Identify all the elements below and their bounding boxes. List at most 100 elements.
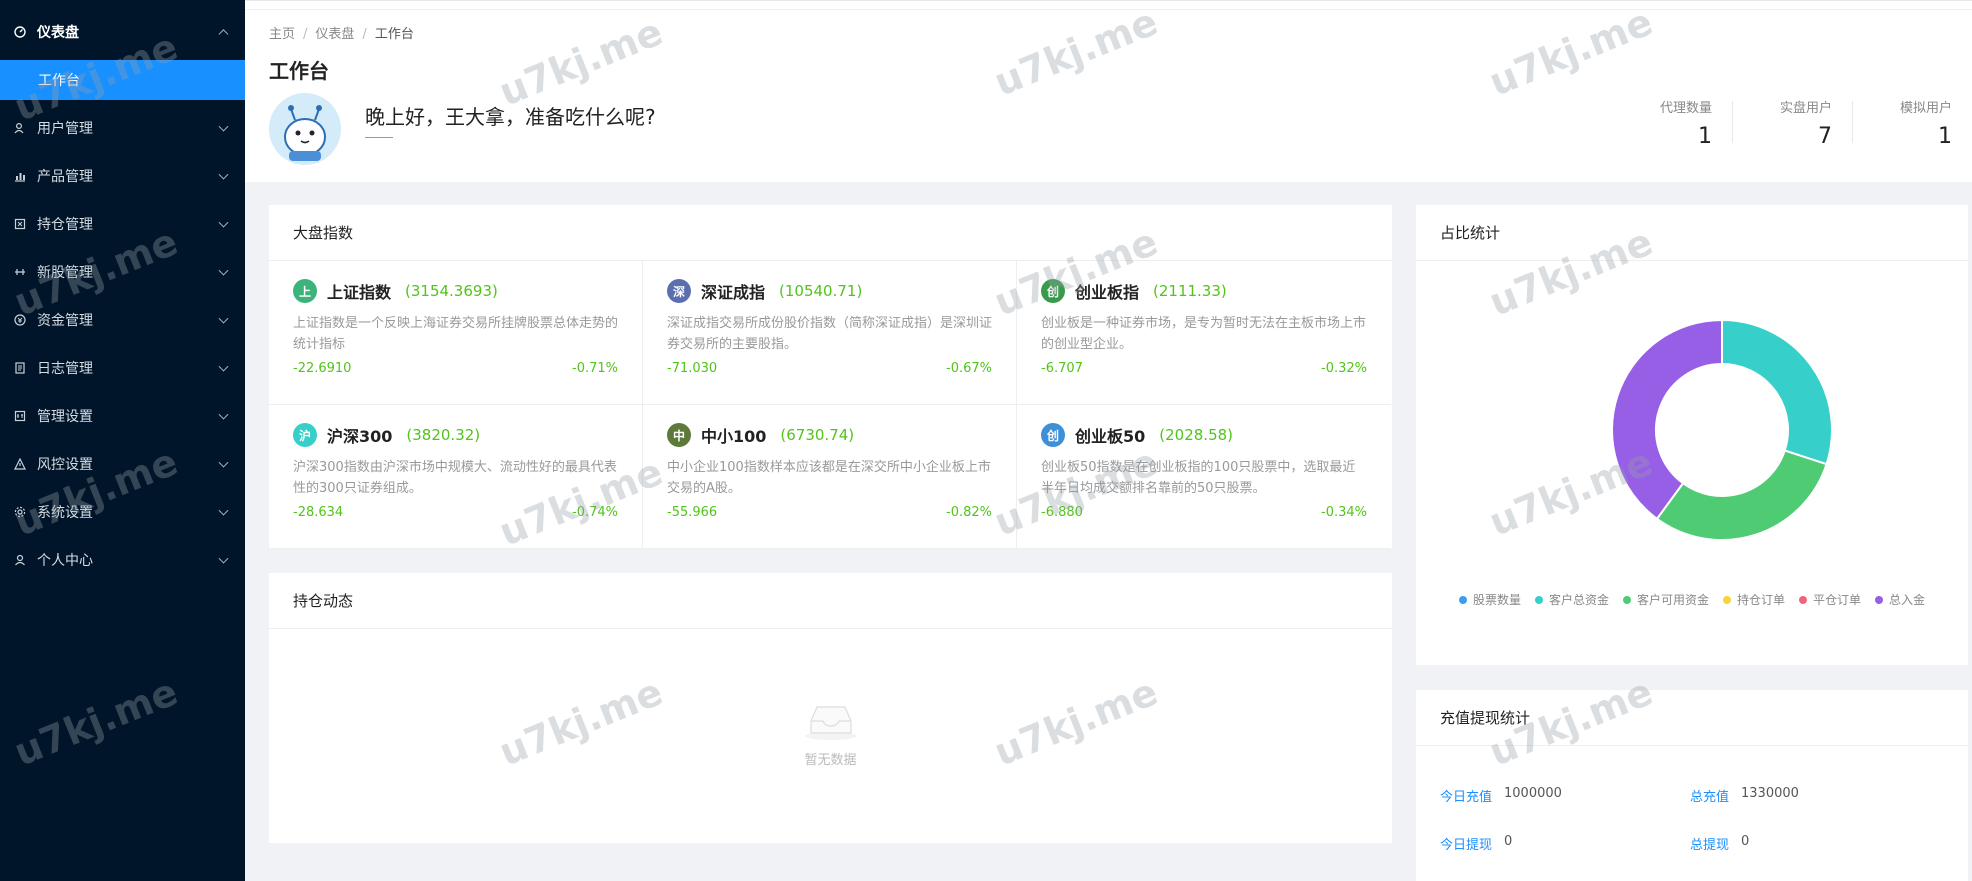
sidebar-item-3[interactable]: 持仓管理 <box>0 204 245 244</box>
rw-label: 总充值 <box>1690 790 1730 805</box>
index-item[interactable]: 创创业板指 (2111.33) 创业板是一种证券市场，是专为暂时无法在主板市场上市的… <box>1017 261 1391 405</box>
chevron-down-icon <box>218 217 229 228</box>
index-description: 创业板是一种证券市场，是专为暂时无法在主板市场上市的创业型企业。 <box>1041 316 1367 352</box>
chevron-down-icon <box>218 409 229 420</box>
sidebar-item-5[interactable]: 资金管理 <box>0 300 245 340</box>
rw-label: 今日提现 <box>1440 838 1493 853</box>
legend-dot <box>1458 595 1467 604</box>
index-card-title: 大盘指数 <box>269 205 1392 261</box>
warning-icon <box>13 457 27 471</box>
index-change-row: -71.030 -0.67% <box>667 361 992 376</box>
stat-value: 7 <box>1818 124 1832 149</box>
sidebar-item-1[interactable]: 用户管理 <box>0 108 245 148</box>
empty-text: 暂无数据 <box>804 752 857 768</box>
index-item[interactable]: 上上证指数 (3154.3693) 上证指数是一个反映上海证券交易所挂牌股票总体走势… <box>269 261 643 405</box>
index-title-row: 创创业板50 (2028.58) <box>1041 423 1367 447</box>
index-item[interactable]: 沪沪深300 (3820.32) 沪深300指数由沪深市场中规模大、流动性好的最具代… <box>269 405 643 549</box>
sidebar-item-8[interactable]: 风控设置 <box>0 444 245 484</box>
stat-agents: 代理数量 1 <box>1612 97 1732 149</box>
breadcrumb-dashboard[interactable]: 仪表盘 <box>315 27 354 42</box>
today-withdraw: 今日提现 0 <box>1440 834 1690 853</box>
index-value: (10540.71) <box>779 282 863 300</box>
index-item[interactable]: 创创业板50 (2028.58) 创业板50指数是在创业板指的100只股票中，选取最… <box>1017 405 1391 549</box>
legend-dot <box>1622 595 1631 604</box>
index-value: (3154.3693) <box>405 282 498 300</box>
donut-slice[interactable] <box>1611 318 1723 521</box>
legend-item[interactable]: 总入金 <box>1875 591 1925 608</box>
stat-label: 代理数量 <box>1659 101 1712 116</box>
ipo-icon <box>13 265 27 279</box>
legend-item[interactable]: 平仓订单 <box>1799 591 1861 608</box>
sidebar-item-9[interactable]: 系统设置 <box>0 492 245 532</box>
stat-sim-users: 模拟用户 1 <box>1852 97 1972 149</box>
legend-label: 总入金 <box>1889 593 1926 607</box>
index-change: -6.707 <box>1041 361 1083 376</box>
rw-label: 总提现 <box>1690 838 1730 853</box>
chevron-down-icon <box>218 553 229 564</box>
legend-item[interactable]: 股票数量 <box>1458 591 1521 608</box>
sidebar-item-label: 持仓管理 <box>37 217 93 233</box>
index-badge: 创 <box>1041 279 1065 303</box>
sidebar-item-6[interactable]: 日志管理 <box>0 348 245 388</box>
chart-legend: 股票数量 客户总资金 客户可用资金 持仓订单 平仓订单 总入金 <box>1416 591 1968 608</box>
chevron-down-icon <box>218 313 229 324</box>
index-title-row: 中中小100 (6730.74) <box>667 423 992 447</box>
money-icon <box>13 313 27 327</box>
total-recharge: 总充值 1330000 <box>1690 786 1940 805</box>
breadcrumb-home[interactable]: 主页 <box>269 27 295 42</box>
donut-slice[interactable] <box>1655 449 1828 541</box>
donut-slice[interactable] <box>1721 318 1833 466</box>
index-grid: 上上证指数 (3154.3693) 上证指数是一个反映上海证券交易所挂牌股票总体走势… <box>269 261 1392 549</box>
donut-chart <box>1611 318 1833 541</box>
index-change: -6.880 <box>1041 505 1083 520</box>
sidebar-item-10[interactable]: 个人中心 <box>0 540 245 580</box>
index-name: 创业板指 <box>1075 283 1140 302</box>
index-change: -22.6910 <box>293 361 352 376</box>
withdraw-row: 今日提现 0 总提现 0 <box>1440 834 1940 853</box>
total-withdraw: 总提现 0 <box>1690 834 1940 853</box>
chevron-down-icon <box>218 457 229 468</box>
position-icon <box>13 217 27 231</box>
index-value: (2028.58) <box>1159 426 1234 444</box>
greeting-underline <box>365 137 393 138</box>
empty-state: 暂无数据 <box>269 629 1392 839</box>
sidebar: 仪表盘 工作台 用户管理产品管理持仓管理新股管理资金管理日志管理管理设置风控设置… <box>0 0 245 881</box>
index-card: 大盘指数 上上证指数 (3154.3693) 上证指数是一个反映上海证券交易所挂牌股… <box>269 205 1392 549</box>
holdings-card-title: 持仓动态 <box>269 573 1392 629</box>
greeting-text: 晚上好，王大拿，准备吃什么呢? <box>365 105 656 129</box>
sidebar-item-label: 系统设置 <box>37 505 93 521</box>
chevron-down-icon <box>218 121 229 132</box>
sidebar-item-2[interactable]: 产品管理 <box>0 156 245 196</box>
menu-dashboard-label: 仪表盘 <box>37 25 79 41</box>
page-title: 工作台 <box>269 59 329 83</box>
legend-item[interactable]: 持仓订单 <box>1723 591 1785 608</box>
sidebar-item-label: 个人中心 <box>37 553 93 569</box>
menu-dashboard[interactable]: 仪表盘 <box>0 12 245 52</box>
menu-workbench[interactable]: 工作台 <box>0 60 245 100</box>
index-item[interactable]: 中中小100 (6730.74) 中小企业100指数样本应该都是在深交所中小企业板上… <box>643 405 1017 549</box>
legend-item[interactable]: 客户可用资金 <box>1622 591 1709 608</box>
sidebar-item-label: 资金管理 <box>37 313 93 329</box>
gear-icon <box>13 505 27 519</box>
index-name: 沪深300 <box>327 427 393 446</box>
recharge-card-title: 充值提现统计 <box>1416 690 1968 746</box>
legend-dot <box>1534 595 1543 604</box>
index-badge: 深 <box>667 279 691 303</box>
index-title-row: 深深证成指 (10540.71) <box>667 279 992 303</box>
sidebar-item-7[interactable]: 管理设置 <box>0 396 245 436</box>
sidebar-item-4[interactable]: 新股管理 <box>0 252 245 292</box>
chevron-down-icon <box>218 361 229 372</box>
index-description: 创业板50指数是在创业板指的100只股票中，选取最近半年日均成交额排名靠前的50… <box>1041 460 1356 496</box>
legend-item[interactable]: 客户总资金 <box>1534 591 1609 608</box>
index-description: 中小企业100指数样本应该都是在深交所中小企业板上市交易的A股。 <box>667 460 991 496</box>
index-item[interactable]: 深深证成指 (10540.71) 深证成指交易所成份股价指数（简称深证成指）是深圳证… <box>643 261 1017 405</box>
ratio-card-title: 占比统计 <box>1416 205 1968 261</box>
chart-icon <box>13 169 27 183</box>
avatar <box>269 93 341 165</box>
index-badge: 上 <box>293 279 317 303</box>
index-value: (3820.32) <box>406 426 481 444</box>
chevron-down-icon <box>218 505 229 516</box>
index-title-row: 创创业板指 (2111.33) <box>1041 279 1367 303</box>
chevron-down-icon <box>218 169 229 180</box>
legend-label: 股票数量 <box>1472 593 1521 607</box>
